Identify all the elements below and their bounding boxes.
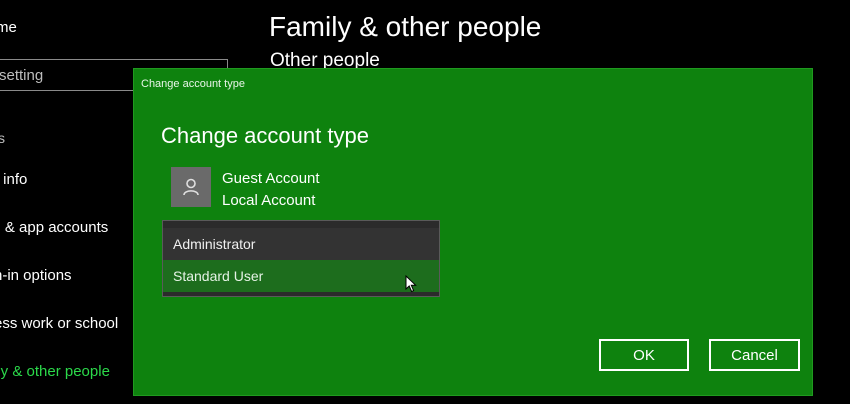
ok-button[interactable]: OK bbox=[599, 339, 689, 371]
sidebar-section-label: s bbox=[0, 130, 5, 146]
sidebar-item-email-app-accounts[interactable]: il & app accounts bbox=[0, 219, 108, 236]
avatar bbox=[171, 167, 211, 207]
dialog-heading: Change account type bbox=[161, 123, 369, 148]
option-administrator-label: Administrator bbox=[173, 236, 256, 252]
window-bottom-edge bbox=[0, 404, 850, 408]
option-administrator[interactable]: Administrator bbox=[163, 228, 439, 260]
sidebar-item-your-info[interactable]: r info bbox=[0, 171, 27, 188]
user-icon bbox=[183, 178, 199, 196]
mouse-pointer-icon bbox=[405, 275, 417, 293]
page-title: Family & other people bbox=[269, 11, 542, 42]
sidebar-item-family-other-people[interactable]: ily & other people bbox=[0, 363, 110, 380]
account-type: Local Account bbox=[222, 192, 316, 209]
dialog-titlebar[interactable]: Change account type bbox=[134, 69, 812, 99]
option-standard-user[interactable]: Standard User bbox=[163, 260, 439, 292]
option-standard-user-label: Standard User bbox=[173, 268, 264, 284]
account-type-dropdown[interactable]: Administrator Standard User bbox=[162, 220, 440, 297]
dialog-window-title: Change account type bbox=[141, 78, 245, 90]
cancel-button[interactable]: Cancel bbox=[709, 339, 800, 371]
sidebar-item-access-work-school[interactable]: ess work or school bbox=[0, 315, 118, 332]
sidebar-home-link[interactable]: me bbox=[0, 19, 17, 36]
sidebar-item-sign-in-options[interactable]: n-in options bbox=[0, 267, 72, 284]
change-account-type-dialog: Change account type Change account type … bbox=[133, 68, 813, 396]
search-placeholder: setting bbox=[0, 67, 44, 84]
account-name: Guest Account bbox=[222, 170, 320, 187]
settings-window: me setting s r info il & app accounts n-… bbox=[0, 0, 850, 408]
